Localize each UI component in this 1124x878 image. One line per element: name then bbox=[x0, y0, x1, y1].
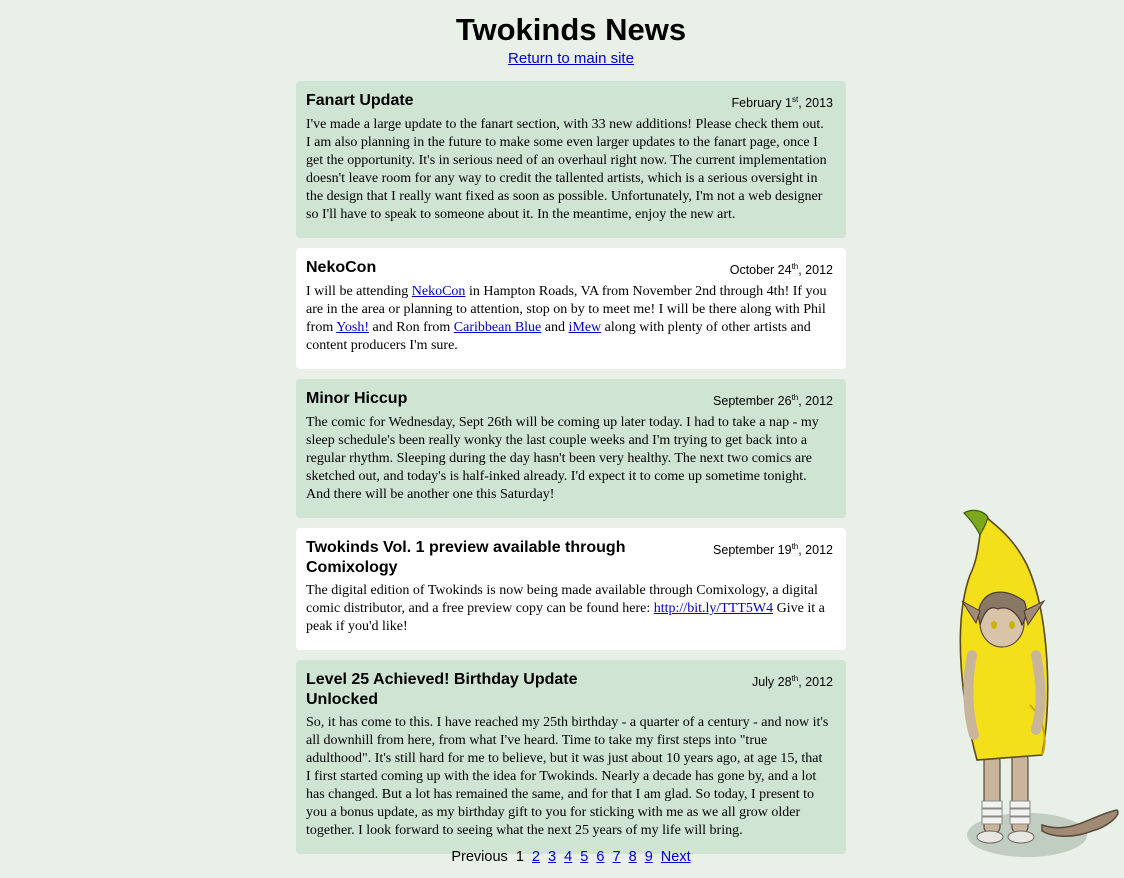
pagination: Previous 1 2 3 4 5 6 7 8 9 Next bbox=[296, 848, 846, 866]
post-title: NekoCon bbox=[306, 259, 377, 277]
pager-current-page: 1 bbox=[515, 849, 524, 865]
post-body: The comic for Wednesday, Sept 26th will … bbox=[306, 415, 819, 503]
pager-page-link[interactable]: 3 bbox=[548, 849, 556, 865]
page-title: Twokinds News bbox=[455, 12, 687, 47]
post-body: I've made a large update to the fanart s… bbox=[306, 117, 827, 223]
post-date: October 24th, 2012 bbox=[729, 262, 833, 278]
yosh-link[interactable]: Yosh! bbox=[336, 320, 369, 335]
pager-next-link[interactable]: Next bbox=[661, 849, 691, 865]
header: Twokinds News Return to main site bbox=[0, 12, 1124, 68]
news-post: Twokinds Vol. 1 preview available throug… bbox=[296, 528, 846, 651]
pager-page-link[interactable]: 9 bbox=[645, 849, 653, 865]
post-title: Fanart Update bbox=[306, 92, 414, 109]
post-body: I will be attending NekoCon in Hampton R… bbox=[306, 284, 827, 354]
caribbean-blue-link[interactable]: Caribbean Blue bbox=[454, 320, 541, 335]
banana-mascot-illustration bbox=[959, 509, 1119, 857]
news-post: Fanart Update February 1st, 2013 I've ma… bbox=[296, 81, 846, 239]
pager-page-link[interactable]: 5 bbox=[580, 849, 588, 865]
post-body: So, it has come to this. I have reached … bbox=[306, 715, 829, 839]
post-title: Level 25 Achieved! Birthday Update Unloc… bbox=[306, 671, 578, 709]
return-to-main-site-link[interactable]: Return to main site bbox=[508, 50, 634, 68]
news-post: Level 25 Achieved! Birthday Update Unloc… bbox=[296, 660, 846, 855]
post-date: February 1st, 2013 bbox=[731, 95, 833, 111]
post-date: September 19th, 2012 bbox=[713, 542, 833, 558]
preview-link[interactable]: http://bit.ly/TTT5W4 bbox=[654, 601, 773, 616]
post-title: Twokinds Vol. 1 preview available throug… bbox=[306, 539, 626, 577]
post-date: July 28th, 2012 bbox=[751, 674, 833, 690]
news-list: Fanart Update February 1st, 2013 I've ma… bbox=[296, 81, 846, 864]
pager-page-link[interactable]: 8 bbox=[629, 849, 637, 865]
pager-page-link[interactable]: 6 bbox=[596, 849, 604, 865]
post-date: September 26th, 2012 bbox=[713, 393, 833, 409]
post-body: The digital edition of Twokinds is now b… bbox=[306, 583, 825, 635]
news-post: Minor Hiccup September 26th, 2012 The co… bbox=[296, 379, 846, 519]
pager-page-link[interactable]: 2 bbox=[532, 849, 540, 865]
pager-previous: Previous bbox=[451, 849, 508, 865]
pager-page-link[interactable]: 7 bbox=[612, 849, 620, 865]
pager-page-link[interactable]: 4 bbox=[564, 849, 572, 865]
nekocon-link[interactable]: NekoCon bbox=[412, 284, 466, 299]
imew-link[interactable]: iMew bbox=[569, 320, 602, 335]
news-post: NekoCon October 24th, 2012 I will be att… bbox=[296, 248, 846, 370]
post-title: Minor Hiccup bbox=[306, 390, 408, 408]
